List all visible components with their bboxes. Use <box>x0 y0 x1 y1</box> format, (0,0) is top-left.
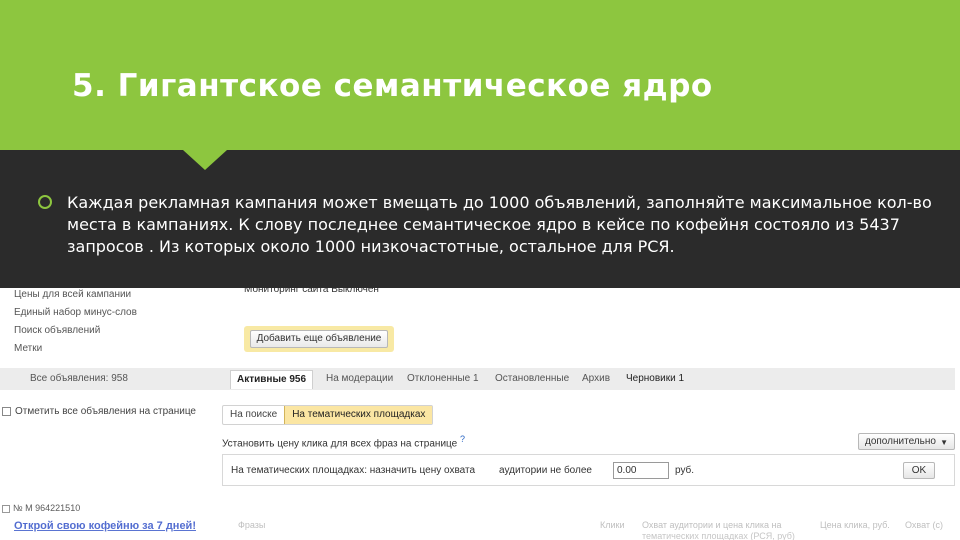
tab-rejected[interactable]: Отклоненные 1 <box>407 373 479 384</box>
placement-switch: На поиске На тематических площадках <box>222 405 434 425</box>
column-coverage-short: Охват (с) <box>905 520 944 530</box>
coverage-label-audience: аудитории не более <box>499 465 592 476</box>
tab-active[interactable]: Активные 956 <box>230 370 314 389</box>
slide-title: 5. Гигантское семантическое ядро <box>72 68 713 104</box>
all-ads-count: Все объявления: 958 <box>30 373 128 384</box>
placement-search-tab[interactable]: На поиске <box>223 406 284 424</box>
sidebar-link-minus-words[interactable]: Единый набор минус-слов <box>14 304 137 322</box>
column-click-price: Цена клика, руб. <box>820 520 890 530</box>
placement-thematic-tab[interactable]: На тематических площадках <box>284 406 433 424</box>
ad-number: № M 964221510 <box>13 503 81 513</box>
bid-label: Установить цену клика для всех фраз на с… <box>222 438 458 450</box>
tab-stopped[interactable]: Остановленные <box>495 373 569 384</box>
ad-number-row[interactable]: № M 964221510 <box>2 503 80 513</box>
sidebar-link-labels[interactable]: Метки <box>14 340 137 358</box>
column-clicks: Клики <box>600 520 625 530</box>
tab-moderation[interactable]: На модерации <box>326 373 393 384</box>
add-ad-button[interactable]: Добавить еще объявление <box>250 330 388 348</box>
column-phrases: Фразы <box>238 520 266 530</box>
coverage-price-input[interactable] <box>613 462 669 479</box>
coverage-label: На тематических площадках: назначить цен… <box>231 465 476 476</box>
bottom-fade <box>0 490 960 540</box>
help-icon[interactable]: ? <box>460 434 465 444</box>
sidebar-links: Цены для всей кампании Единый набор мину… <box>14 286 137 358</box>
chevron-down-icon: ▼ <box>940 438 948 447</box>
bid-row: Установить цену клика для всех фраз на с… <box>222 434 465 449</box>
select-all-checkbox[interactable] <box>2 406 11 416</box>
text-overlay: Каждая рекламная кампания может вмещать … <box>0 150 960 288</box>
select-all-label: Отметить все объявления на странице <box>15 406 196 417</box>
tab-drafts[interactable]: Черновики 1 <box>626 373 684 384</box>
add-ad-highlight: Добавить еще объявление <box>244 326 394 352</box>
ad-checkbox[interactable] <box>2 504 10 513</box>
coverage-currency: руб. <box>675 465 695 476</box>
tab-archive[interactable]: Архив <box>582 373 610 384</box>
coverage-price-box: На тематических площадках: назначить цен… <box>222 454 955 486</box>
bullet-circle-icon <box>38 195 52 209</box>
column-coverage: Охват аудитории и цена клика на тематиче… <box>642 520 795 540</box>
bullet-text: Каждая рекламная кампания может вмещать … <box>67 193 932 256</box>
sidebar-link-search-ads[interactable]: Поиск объявлений <box>14 322 137 340</box>
extra-dropdown[interactable]: дополнительно ▼ <box>858 433 955 450</box>
ad-title-link[interactable]: Открой свою кофейню за 7 дней! <box>14 520 196 532</box>
select-all-row[interactable]: Отметить все объявления на странице <box>2 406 196 417</box>
extra-dropdown-label: дополнительно <box>865 436 936 447</box>
slide-header: 5. Гигантское семантическое ядро <box>0 0 960 150</box>
ok-button[interactable]: OK <box>903 462 935 479</box>
header-notch <box>183 150 227 170</box>
ads-tabs-bar: Все объявления: 958 Активные 956 На моде… <box>0 368 955 390</box>
sidebar-link-campaign-prices[interactable]: Цены для всей кампании <box>14 286 137 304</box>
